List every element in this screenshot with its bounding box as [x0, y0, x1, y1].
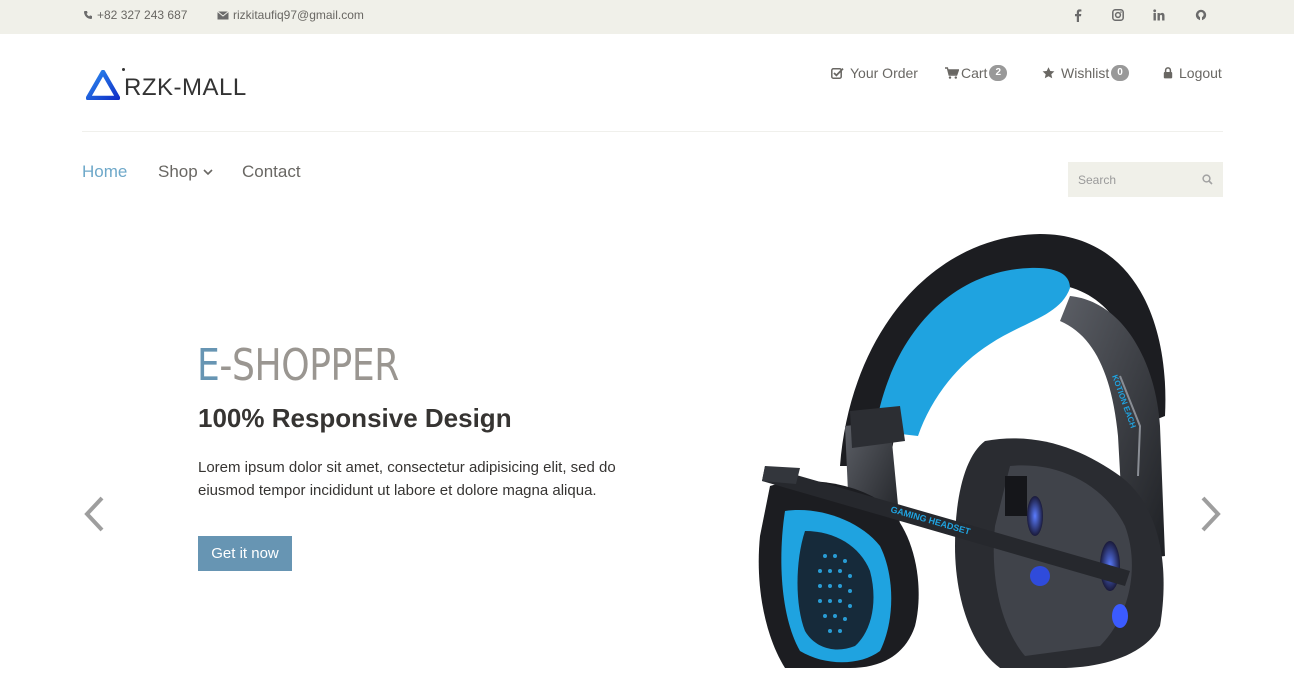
nav-shop-label: Shop: [158, 162, 198, 181]
your-order-label: Your Order: [850, 65, 918, 81]
lock-icon: [1163, 67, 1173, 79]
cart-count-badge: 2: [989, 65, 1008, 81]
cart-link[interactable]: Cart 2: [945, 62, 1008, 84]
wishlist-label: Wishlist: [1061, 65, 1110, 81]
hero-subtitle: 100% Responsive Design: [198, 403, 512, 433]
nav-home[interactable]: Home: [82, 160, 127, 184]
chevron-down-icon: [203, 168, 213, 176]
logout-link[interactable]: Logout: [1163, 62, 1222, 84]
hero-description-line: Lorem ipsum dolor sit amet, consectetur …: [198, 459, 616, 476]
instagram-icon[interactable]: [1106, 0, 1130, 30]
logout-label: Logout: [1179, 65, 1222, 81]
search-box: [1068, 162, 1223, 197]
chevron-left-icon: [83, 496, 105, 537]
hero-description-line: eiusmod tempor incididunt ut labore et d…: [198, 482, 597, 499]
triangle-logo-icon: [85, 69, 121, 105]
top-bar: +82 327 243 687 rizkitaufiq97@gmail.com: [0, 0, 1294, 34]
search-input[interactable]: [1078, 172, 1193, 187]
email-contact[interactable]: rizkitaufiq97@gmail.com: [217, 0, 364, 30]
nav-shop[interactable]: Shop: [158, 160, 213, 184]
slider-prev-button[interactable]: [81, 496, 107, 536]
phone-number: +82 327 243 687: [97, 8, 188, 22]
cart-label: Cart: [961, 65, 988, 81]
linkedin-icon[interactable]: [1147, 0, 1171, 30]
logo-dot: [122, 68, 125, 71]
nav-contact[interactable]: Contact: [242, 160, 301, 184]
wishlist-link[interactable]: Wishlist 0: [1042, 62, 1129, 84]
check-square-icon: [831, 67, 844, 79]
github-icon[interactable]: [1189, 0, 1213, 30]
hero-title-first: E: [197, 340, 220, 391]
site-logo[interactable]: RZK-MALL: [85, 68, 247, 105]
hero-description: Lorem ipsum dolor sit amet, consectetur …: [198, 456, 668, 502]
header-divider: [82, 131, 1223, 132]
search-icon[interactable]: [1202, 174, 1213, 185]
headset-product-image: GAMING HEADSET KOTION EACH: [740, 226, 1210, 668]
facebook-icon[interactable]: [1066, 0, 1090, 30]
hero-title-rest: -SHOPPER: [219, 340, 399, 391]
phone-icon: [83, 10, 93, 20]
phone-contact[interactable]: +82 327 243 687: [83, 0, 187, 30]
wishlist-count-badge: 0: [1111, 65, 1129, 81]
brand-name: RZK-MALL: [124, 73, 247, 101]
hero-title: E-SHOPPER: [197, 340, 399, 391]
shopping-cart-icon: [945, 67, 959, 79]
your-order-link[interactable]: Your Order: [831, 62, 918, 84]
envelope-icon: [217, 10, 229, 20]
star-icon: [1042, 67, 1055, 79]
get-it-now-button[interactable]: Get it now: [198, 536, 292, 571]
email-address: rizkitaufiq97@gmail.com: [233, 8, 364, 22]
